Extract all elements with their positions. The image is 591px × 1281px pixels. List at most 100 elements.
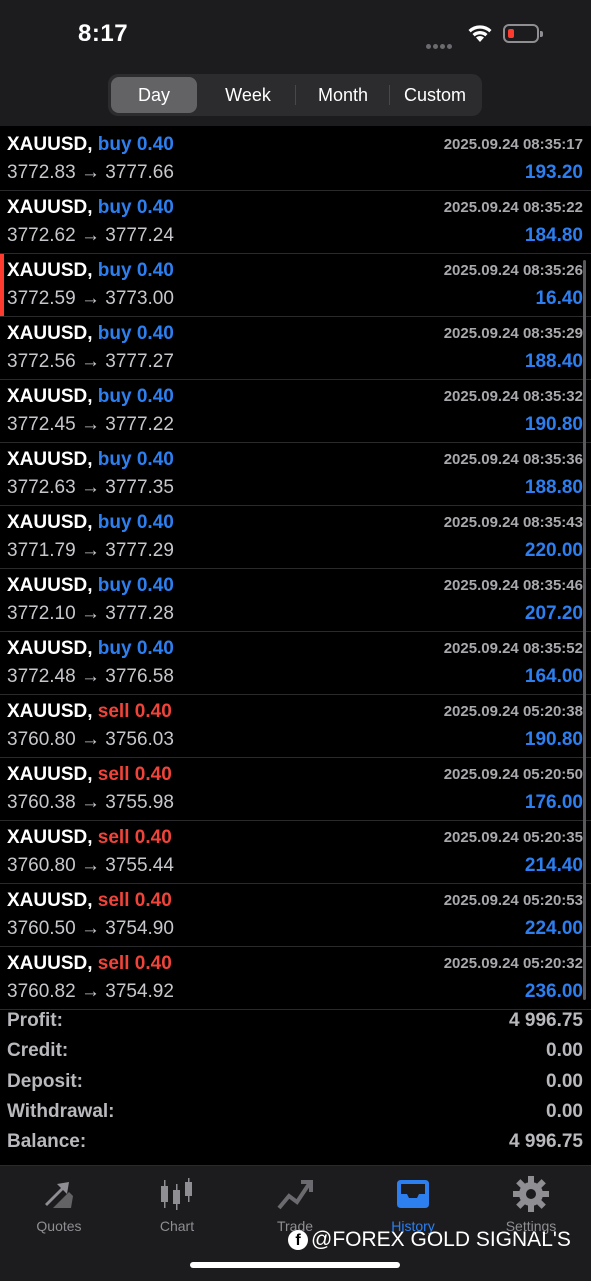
- side-text: buy: [97, 449, 132, 470]
- summary-label: Withdrawal:: [7, 1100, 115, 1122]
- trade-row[interactable]: XAUUSD, sell 0.40 3760.80 → 3755.44 2025.0…: [0, 821, 591, 884]
- side-text: buy: [97, 197, 132, 218]
- summary-label: Credit:: [7, 1040, 69, 1062]
- trade-time: 2025.09.24 08:35:32: [443, 388, 583, 405]
- trade-side: sell 0.40: [98, 953, 172, 974]
- trade-side: buy 0.40: [98, 575, 174, 596]
- trade-prices: 3772.48 → 3776.58: [7, 666, 174, 688]
- arrow-icon: →: [80, 477, 100, 498]
- open-price: 3772.56: [7, 351, 76, 372]
- trade-row[interactable]: XAUUSD, sell 0.40 3760.50 → 3754.90 2025.0…: [0, 884, 591, 947]
- period-segmented-control: Day Week Month Custom: [108, 74, 482, 116]
- summary-value: 0.00: [546, 1040, 583, 1062]
- trade-symbol: XAUUSD, buy 0.40: [7, 449, 174, 471]
- trade-symbol: XAUUSD, sell 0.40: [7, 701, 172, 723]
- trade-symbol: XAUUSD, buy 0.40: [7, 386, 174, 408]
- trade-side: sell 0.40: [98, 701, 172, 722]
- trade-row[interactable]: XAUUSD, buy 0.40 3772.59 → 3773.00 2025.09…: [0, 254, 591, 317]
- trade-profit: 220.00: [524, 540, 583, 561]
- tab-history[interactable]: History: [354, 1174, 472, 1234]
- trade-time: 2025.09.24 05:20:53: [443, 892, 583, 909]
- trade-row[interactable]: XAUUSD, buy 0.40 3772.63 → 3777.35 2025.09…: [0, 443, 591, 506]
- trade-time: 2025.09.24 05:20:35: [443, 829, 583, 846]
- side-text: sell: [97, 827, 130, 848]
- trade-row[interactable]: XAUUSD, buy 0.40 3772.10 → 3777.28 2025.09…: [0, 569, 591, 632]
- trade-symbol: XAUUSD, buy 0.40: [7, 134, 174, 156]
- trade-row[interactable]: XAUUSD, sell 0.40 3760.80 → 3756.03 2025.0…: [0, 695, 591, 758]
- open-price: 3772.45: [7, 414, 76, 435]
- account-summary: Profit: 4 996.75 Credit: 0.00 Deposit: 0.00 Wi…: [0, 1008, 591, 1159]
- summary-row: Deposit: 0.00: [0, 1069, 591, 1099]
- symbol-text: XAUUSD,: [7, 197, 93, 218]
- tab-label: Quotes: [36, 1218, 82, 1234]
- trade-profit: 16.40: [535, 288, 583, 309]
- symbol-text: XAUUSD,: [7, 764, 93, 785]
- close-price: 3777.29: [105, 540, 174, 561]
- open-price: 3772.48: [7, 666, 76, 687]
- trade-profit: 188.40: [524, 351, 583, 372]
- open-price: 3772.62: [7, 225, 76, 246]
- lot-text: 0.40: [136, 638, 174, 659]
- scrollbar[interactable]: [583, 260, 586, 1000]
- arrow-icon: →: [80, 918, 100, 939]
- trade-symbol: XAUUSD, sell 0.40: [7, 764, 172, 786]
- lot-text: 0.40: [136, 134, 174, 155]
- symbol-text: XAUUSD,: [7, 890, 93, 911]
- side-text: buy: [97, 260, 132, 281]
- trade-side: buy 0.40: [98, 386, 174, 407]
- summary-value: 0.00: [546, 1070, 583, 1092]
- period-month-button[interactable]: Month: [297, 77, 389, 113]
- trade-time: 2025.09.24 08:35:36: [443, 451, 583, 468]
- trade-symbol: XAUUSD, buy 0.40: [7, 638, 174, 660]
- trade-time: 2025.09.24 08:35:26: [443, 262, 583, 279]
- status-bar: 8:17: [0, 0, 591, 72]
- trade-time: 2025.09.24 08:35:43: [443, 514, 583, 531]
- tab-trade[interactable]: Trade: [236, 1174, 354, 1234]
- period-day-button[interactable]: Day: [111, 77, 197, 113]
- tab-chart[interactable]: Chart: [118, 1174, 236, 1234]
- trade-row[interactable]: XAUUSD, buy 0.40 3772.56 → 3777.27 2025.09…: [0, 317, 591, 380]
- summary-value: 4 996.75: [509, 1131, 583, 1153]
- period-week-button[interactable]: Week: [202, 77, 294, 113]
- close-price: 3777.28: [105, 603, 174, 624]
- watermark: f @FOREX GOLD SIGNAL'S: [288, 1228, 571, 1252]
- summary-row: Profit: 4 996.75: [0, 1008, 591, 1038]
- trade-row[interactable]: XAUUSD, sell 0.40 3760.38 → 3755.98 2025.0…: [0, 758, 591, 821]
- trade-row[interactable]: XAUUSD, buy 0.40 3771.79 → 3777.29 2025.09…: [0, 506, 591, 569]
- tab-label: Chart: [159, 1218, 195, 1234]
- trade-side: buy 0.40: [98, 323, 174, 344]
- symbol-text: XAUUSD,: [7, 575, 93, 596]
- trade-prices: 3772.83 → 3777.66: [7, 162, 174, 184]
- trade-prices: 3771.79 → 3777.29: [7, 540, 174, 562]
- trade-profit: 190.80: [524, 414, 583, 435]
- trade-row[interactable]: XAUUSD, sell 0.40 3760.82 → 3754.92 2025.0…: [0, 947, 591, 1010]
- trade-prices: 3760.50 → 3754.90: [7, 918, 174, 940]
- trade-prices: 3772.45 → 3777.22: [7, 414, 174, 436]
- trade-row[interactable]: XAUUSD, buy 0.40 3772.62 → 3777.24 2025.09…: [0, 191, 591, 254]
- period-selector-bar: Day Week Month Custom: [0, 72, 591, 126]
- symbol-text: XAUUSD,: [7, 827, 93, 848]
- trade-prices: 3760.80 → 3756.03: [7, 729, 174, 751]
- symbol-text: XAUUSD,: [7, 512, 93, 533]
- trade-icon: [277, 1180, 313, 1210]
- open-price: 3760.80: [7, 855, 76, 876]
- summary-label: Profit:: [7, 1010, 63, 1031]
- summary-label: Balance:: [7, 1131, 87, 1153]
- arrow-icon: →: [80, 729, 100, 750]
- side-text: sell: [97, 953, 130, 974]
- trade-row[interactable]: XAUUSD, buy 0.40 3772.45 → 3777.22 2025.09…: [0, 380, 591, 443]
- summary-row: Withdrawal: 0.00: [0, 1099, 591, 1129]
- trade-row[interactable]: XAUUSD, buy 0.40 3772.48 → 3776.58 2025.09…: [0, 632, 591, 695]
- trade-history-list: XAUUSD, buy 0.40 3772.83 → 3777.66 2025.09…: [0, 128, 591, 1010]
- settings-icon: [513, 1176, 549, 1212]
- trade-row[interactable]: XAUUSD, buy 0.40 3772.83 → 3777.66 2025.09…: [0, 128, 591, 191]
- period-custom-button[interactable]: Custom: [390, 77, 480, 113]
- tab-quotes[interactable]: Quotes: [0, 1174, 118, 1234]
- trade-symbol: XAUUSD, sell 0.40: [7, 890, 172, 912]
- tab-settings[interactable]: Settings: [472, 1174, 590, 1234]
- trade-side: buy 0.40: [98, 197, 174, 218]
- trade-time: 2025.09.24 05:20:32: [443, 955, 583, 972]
- open-price: 3760.50: [7, 918, 76, 939]
- trade-side: sell 0.40: [98, 890, 172, 911]
- symbol-text: XAUUSD,: [7, 638, 93, 659]
